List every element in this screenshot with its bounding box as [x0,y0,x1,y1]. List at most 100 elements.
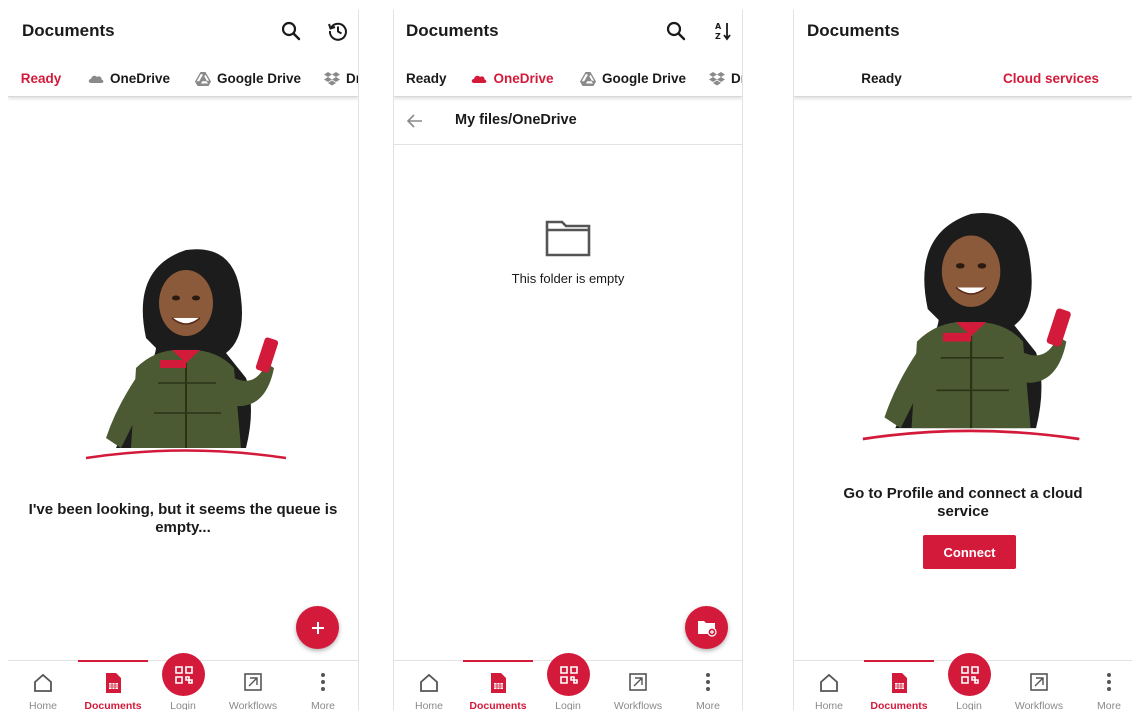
documents-icon [892,673,907,693]
sort-az-icon[interactable]: AZ [711,19,735,43]
nav-more[interactable]: More [673,661,742,710]
connect-cloud-message: Go to Profile and connect a cloud servic… [843,485,1083,520]
tab-bar: Ready Cloud services [794,60,1132,97]
dropbox-icon [324,71,340,85]
tab-dropbox[interactable]: Dr [324,60,358,96]
documents-cloud-services-screen: Documents Ready Cloud services Go to Pro… [793,10,1132,710]
bottom-navigation: Home Documents Login Workflows More [8,653,358,710]
nav-workflows[interactable]: Workflows [603,661,673,710]
tab-ready[interactable]: Ready [406,60,447,96]
documents-onedrive-screen: Documents AZ Ready OneDrive Google Drive… [393,10,743,710]
more-vert-icon [1107,673,1111,691]
nav-label: Workflows [228,700,278,710]
home-icon [34,673,52,692]
dropbox-icon [709,71,725,85]
tab-label: Cloud services [1002,71,1100,86]
tab-label: Google Drive [217,71,302,86]
nav-label: Home [28,700,57,710]
tab-label: Ready [861,71,902,86]
tab-label: OneDrive [493,71,554,86]
nav-label: Home [814,700,843,710]
mascot-illustration [85,249,287,460]
tab-google-drive[interactable]: Google Drive [195,60,302,96]
tab-ready[interactable]: Ready [794,60,969,96]
tab-label: Dr [731,71,742,86]
tab-google-drive[interactable]: Google Drive [580,60,686,96]
google-drive-icon [195,71,211,86]
page-title: Documents [807,21,900,40]
nav-home[interactable]: Home [794,661,864,710]
tab-cloud-services[interactable]: Cloud services [969,60,1132,96]
qr-code-icon [559,665,578,684]
page-title: Documents [406,21,499,40]
more-vert-icon [706,673,710,691]
google-drive-icon [580,71,596,86]
nav-documents[interactable]: Documents [78,660,148,710]
more-vert-icon [321,673,325,691]
workflows-icon [244,673,262,691]
search-icon[interactable] [279,19,303,43]
nav-label: Home [414,700,443,710]
nav-login[interactable]: Login [533,653,603,710]
onedrive-icon [472,75,487,83]
bottom-navigation: Home Documents Login Workflows More [394,653,742,710]
nav-home[interactable]: Home [8,661,78,710]
nav-documents[interactable]: Documents [463,660,533,710]
add-document-button[interactable] [296,606,339,649]
workflows-icon [629,673,647,691]
nav-login[interactable]: Login [934,653,1004,710]
page-title: Documents [22,21,115,40]
nav-workflows[interactable]: Workflows [218,661,288,710]
nav-label: Login [170,700,196,710]
empty-folder-text: This folder is empty [511,271,625,286]
new-folder-icon [697,620,717,637]
nav-label: Login [555,700,581,710]
nav-workflows[interactable]: Workflows [1004,661,1074,710]
tab-onedrive[interactable]: OneDrive [459,60,566,96]
tab-label: OneDrive [110,71,171,86]
empty-queue-message: I've been looking, but it seems the queu… [28,501,338,536]
nav-label: More [311,700,335,710]
nav-label: Documents [870,700,928,710]
nav-more[interactable]: More [1074,661,1132,710]
qr-code-icon [174,665,193,684]
nav-label: Documents [469,700,527,710]
nav-label: Workflows [1014,700,1064,710]
nav-more[interactable]: More [288,661,358,710]
qr-code-icon [960,665,979,684]
back-arrow-icon[interactable] [406,112,424,135]
nav-login[interactable]: Login [148,653,218,710]
history-icon[interactable] [326,19,350,43]
tab-dropbox[interactable]: Dr [709,60,742,96]
home-icon [820,673,838,692]
plus-icon [311,621,324,634]
documents-icon [491,673,506,693]
search-icon[interactable] [664,19,688,43]
documents-ready-screen: Documents Ready OneDrive Google Drive Dr [8,10,359,710]
folder-path: My files/OneDrive [455,112,577,128]
tab-label: Dr [346,71,358,86]
connect-button[interactable]: Connect [923,535,1016,569]
tab-ready[interactable]: Ready [8,60,74,96]
svg-text:A: A [715,22,722,31]
nav-documents[interactable]: Documents [864,660,934,710]
tab-onedrive[interactable]: OneDrive [88,60,171,96]
nav-label: More [696,700,720,710]
app-bar: Documents [794,10,1132,54]
nav-label: Login [956,700,982,710]
home-icon [420,673,438,692]
nav-label: Workflows [613,700,663,710]
nav-label: Documents [84,700,142,710]
tab-bar: Ready OneDrive Google Drive Dr [394,60,742,97]
nav-home[interactable]: Home [394,661,464,710]
app-bar: Documents AZ [394,10,742,54]
tab-bar: Ready OneDrive Google Drive Dr [8,60,358,97]
mascot-illustration [862,212,1080,441]
onedrive-icon [88,75,104,83]
app-bar: Documents [8,10,358,54]
new-folder-button[interactable] [685,606,728,649]
bottom-navigation: Home Documents Login Workflows More [794,653,1132,710]
folder-icon [545,220,591,257]
tab-label: Ready [406,71,447,86]
tab-label: Ready [20,71,62,86]
